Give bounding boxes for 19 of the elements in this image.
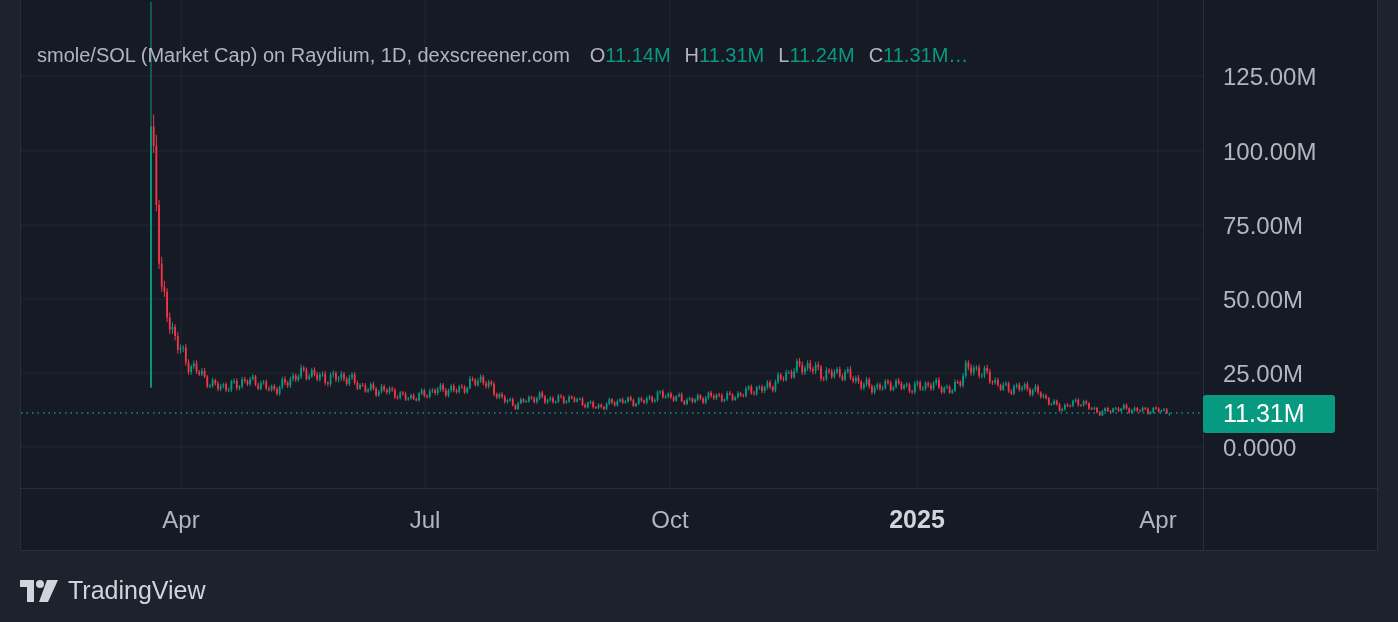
price-label: 25.00M [1223,360,1304,387]
logo-icon [20,579,60,602]
price-label: 50.00M [1223,286,1304,313]
time-label: Oct [651,506,689,533]
time-label: Apr [162,506,200,533]
ohlc-value: H11.31M [684,43,765,68]
brand-name: TradingView [68,575,206,606]
ohlc-value: C11.31M… [868,43,969,68]
price-label: 125.00M [1223,63,1317,90]
chart-title: smole/SOL (Market Cap) on Raydium, 1D, dexscreener.com [37,43,570,68]
price-label: 0.0000 [1223,434,1297,461]
time-label: Apr [1139,506,1177,533]
ohlc-value: L11.24M [778,43,855,68]
time-label: 2025 [889,505,945,533]
time-label: Jul [409,506,441,533]
price-label: 100.00M [1223,138,1317,165]
ohlc-value: O11.14M [589,43,671,68]
last-price-badge: 11.31M [1203,395,1335,433]
price-label: 75.00M [1223,212,1304,239]
